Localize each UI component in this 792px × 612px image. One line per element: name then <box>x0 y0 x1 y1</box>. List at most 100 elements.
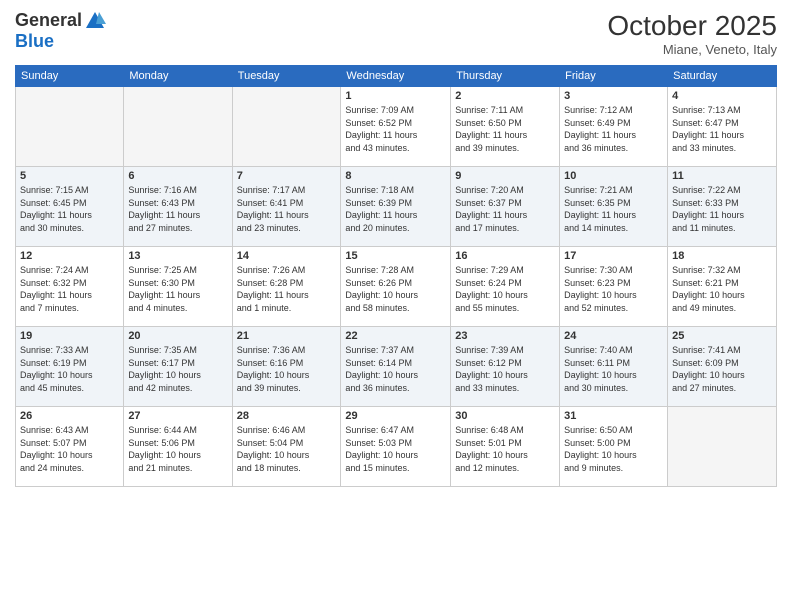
header-saturday: Saturday <box>668 66 777 87</box>
day-number: 12 <box>20 250 119 262</box>
day-info: Sunrise: 6:44 AMSunset: 5:06 PMDaylight:… <box>128 424 227 474</box>
day-info: Sunrise: 6:47 AMSunset: 5:03 PMDaylight:… <box>345 424 446 474</box>
day-info: Sunrise: 7:39 AMSunset: 6:12 PMDaylight:… <box>455 344 555 394</box>
calendar-cell: 20 Sunrise: 7:35 AMSunset: 6:17 PMDayligh… <box>124 327 232 407</box>
day-info: Sunrise: 7:25 AMSunset: 6:30 PMDaylight:… <box>128 264 227 314</box>
day-info: Sunrise: 7:29 AMSunset: 6:24 PMDaylight:… <box>455 264 555 314</box>
day-info: Sunrise: 7:21 AMSunset: 6:35 PMDaylight:… <box>564 184 663 234</box>
calendar-cell <box>668 407 777 487</box>
day-info: Sunrise: 7:12 AMSunset: 6:49 PMDaylight:… <box>564 104 663 154</box>
calendar-cell: 26Sunrise: 6:43 AMSunset: 5:07 PMDayligh… <box>16 407 124 487</box>
day-info: Sunrise: 7:22 AMSunset: 6:33 PMDaylight:… <box>672 184 772 234</box>
day-info: Sunrise: 7:26 AMSunset: 6:28 PMDaylight:… <box>237 264 337 314</box>
day-number: 18 <box>672 250 772 262</box>
day-number: 2 <box>455 90 555 102</box>
day-info: Sunrise: 6:46 AMSunset: 5:04 PMDaylight:… <box>237 424 337 474</box>
day-number: 23 <box>455 330 555 342</box>
calendar-page: General Blue October 2025 Miane, Veneto,… <box>0 0 792 612</box>
day-number: 11 <box>672 170 772 182</box>
calendar-cell: 11 Sunrise: 7:22 AMSunset: 6:33 PMDayligh… <box>668 167 777 247</box>
day-info: Sunrise: 7:20 AMSunset: 6:37 PMDaylight:… <box>455 184 555 234</box>
day-number: 29 <box>345 410 446 422</box>
day-info: Sunrise: 7:41 AMSunset: 6:09 PMDaylight:… <box>672 344 772 394</box>
calendar-header-row: Sunday Monday Tuesday Wednesday Thursday… <box>16 66 777 87</box>
day-number: 27 <box>128 410 227 422</box>
calendar-cell: 29 Sunrise: 6:47 AMSunset: 5:03 PMDayligh… <box>341 407 451 487</box>
day-number: 13 <box>128 250 227 262</box>
calendar-cell: 14 Sunrise: 7:26 AMSunset: 6:28 PMDayligh… <box>232 247 341 327</box>
calendar-cell: 23 Sunrise: 7:39 AMSunset: 6:12 PMDayligh… <box>451 327 560 407</box>
logo-icon <box>84 10 106 32</box>
day-number: 28 <box>237 410 337 422</box>
month-title: October 2025 <box>607 10 777 42</box>
calendar-cell: 12Sunrise: 7:24 AMSunset: 6:32 PMDayligh… <box>16 247 124 327</box>
day-number: 31 <box>564 410 663 422</box>
day-number: 15 <box>345 250 446 262</box>
day-number: 10 <box>564 170 663 182</box>
calendar-cell: 1Sunrise: 7:09 AMSunset: 6:52 PMDaylight… <box>341 87 451 167</box>
calendar-cell: 7 Sunrise: 7:17 AMSunset: 6:41 PMDaylight… <box>232 167 341 247</box>
calendar-cell: 8 Sunrise: 7:18 AMSunset: 6:39 PMDaylight… <box>341 167 451 247</box>
day-info: Sunrise: 6:50 AMSunset: 5:00 PMDaylight:… <box>564 424 663 474</box>
header-tuesday: Tuesday <box>232 66 341 87</box>
calendar-week-row: 1Sunrise: 7:09 AMSunset: 6:52 PMDaylight… <box>16 87 777 167</box>
calendar-table: Sunday Monday Tuesday Wednesday Thursday… <box>15 65 777 487</box>
day-number: 22 <box>345 330 446 342</box>
calendar-cell: 9 Sunrise: 7:20 AMSunset: 6:37 PMDaylight… <box>451 167 560 247</box>
header-friday: Friday <box>560 66 668 87</box>
header-sunday: Sunday <box>16 66 124 87</box>
logo-blue: Blue <box>15 32 106 52</box>
day-info: Sunrise: 7:28 AMSunset: 6:26 PMDaylight:… <box>345 264 446 314</box>
day-number: 20 <box>128 330 227 342</box>
day-number: 16 <box>455 250 555 262</box>
calendar-cell: 13 Sunrise: 7:25 AMSunset: 6:30 PMDayligh… <box>124 247 232 327</box>
day-number: 25 <box>672 330 772 342</box>
calendar-cell: 2 Sunrise: 7:11 AMSunset: 6:50 PMDaylight… <box>451 87 560 167</box>
calendar-cell <box>124 87 232 167</box>
calendar-week-row: 19 Sunrise: 7:33 AMSunset: 6:19 PMDayligh… <box>16 327 777 407</box>
calendar-cell: 5Sunrise: 7:15 AMSunset: 6:45 PMDaylight… <box>16 167 124 247</box>
day-number: 8 <box>345 170 446 182</box>
calendar-cell: 19 Sunrise: 7:33 AMSunset: 6:19 PMDayligh… <box>16 327 124 407</box>
day-info: Sunrise: 7:35 AMSunset: 6:17 PMDaylight:… <box>128 344 227 394</box>
day-info: Sunrise: 7:17 AMSunset: 6:41 PMDaylight:… <box>237 184 337 234</box>
calendar-cell: 24Sunrise: 7:40 AMSunset: 6:11 PMDayligh… <box>560 327 668 407</box>
day-number: 24 <box>564 330 663 342</box>
calendar-cell: 3 Sunrise: 7:12 AMSunset: 6:49 PMDaylight… <box>560 87 668 167</box>
logo: General Blue <box>15 10 106 52</box>
day-info: Sunrise: 7:11 AMSunset: 6:50 PMDaylight:… <box>455 104 555 154</box>
calendar-week-row: 26Sunrise: 6:43 AMSunset: 5:07 PMDayligh… <box>16 407 777 487</box>
calendar-cell: 10 Sunrise: 7:21 AMSunset: 6:35 PMDayligh… <box>560 167 668 247</box>
title-block: October 2025 Miane, Veneto, Italy <box>607 10 777 57</box>
calendar-cell: 16 Sunrise: 7:29 AMSunset: 6:24 PMDayligh… <box>451 247 560 327</box>
day-info: Sunrise: 7:15 AMSunset: 6:45 PMDaylight:… <box>20 184 119 234</box>
logo-general: General <box>15 11 82 31</box>
day-number: 4 <box>672 90 772 102</box>
day-number: 1 <box>345 90 446 102</box>
day-info: Sunrise: 7:33 AMSunset: 6:19 PMDaylight:… <box>20 344 119 394</box>
day-number: 14 <box>237 250 337 262</box>
calendar-week-row: 12Sunrise: 7:24 AMSunset: 6:32 PMDayligh… <box>16 247 777 327</box>
day-number: 30 <box>455 410 555 422</box>
day-number: 3 <box>564 90 663 102</box>
calendar-cell: 21Sunrise: 7:36 AMSunset: 6:16 PMDayligh… <box>232 327 341 407</box>
day-info: Sunrise: 7:18 AMSunset: 6:39 PMDaylight:… <box>345 184 446 234</box>
day-info: Sunrise: 7:30 AMSunset: 6:23 PMDaylight:… <box>564 264 663 314</box>
header: General Blue October 2025 Miane, Veneto,… <box>15 10 777 57</box>
day-number: 26 <box>20 410 119 422</box>
header-monday: Monday <box>124 66 232 87</box>
day-info: Sunrise: 7:13 AMSunset: 6:47 PMDaylight:… <box>672 104 772 154</box>
calendar-cell: 27 Sunrise: 6:44 AMSunset: 5:06 PMDayligh… <box>124 407 232 487</box>
day-number: 9 <box>455 170 555 182</box>
calendar-cell: 30 Sunrise: 6:48 AMSunset: 5:01 PMDayligh… <box>451 407 560 487</box>
location: Miane, Veneto, Italy <box>607 42 777 57</box>
day-info: Sunrise: 7:16 AMSunset: 6:43 PMDaylight:… <box>128 184 227 234</box>
day-number: 6 <box>128 170 227 182</box>
header-wednesday: Wednesday <box>341 66 451 87</box>
day-info: Sunrise: 6:48 AMSunset: 5:01 PMDaylight:… <box>455 424 555 474</box>
day-number: 7 <box>237 170 337 182</box>
calendar-cell: 6 Sunrise: 7:16 AMSunset: 6:43 PMDaylight… <box>124 167 232 247</box>
day-number: 19 <box>20 330 119 342</box>
calendar-cell <box>16 87 124 167</box>
calendar-cell: 28 Sunrise: 6:46 AMSunset: 5:04 PMDayligh… <box>232 407 341 487</box>
